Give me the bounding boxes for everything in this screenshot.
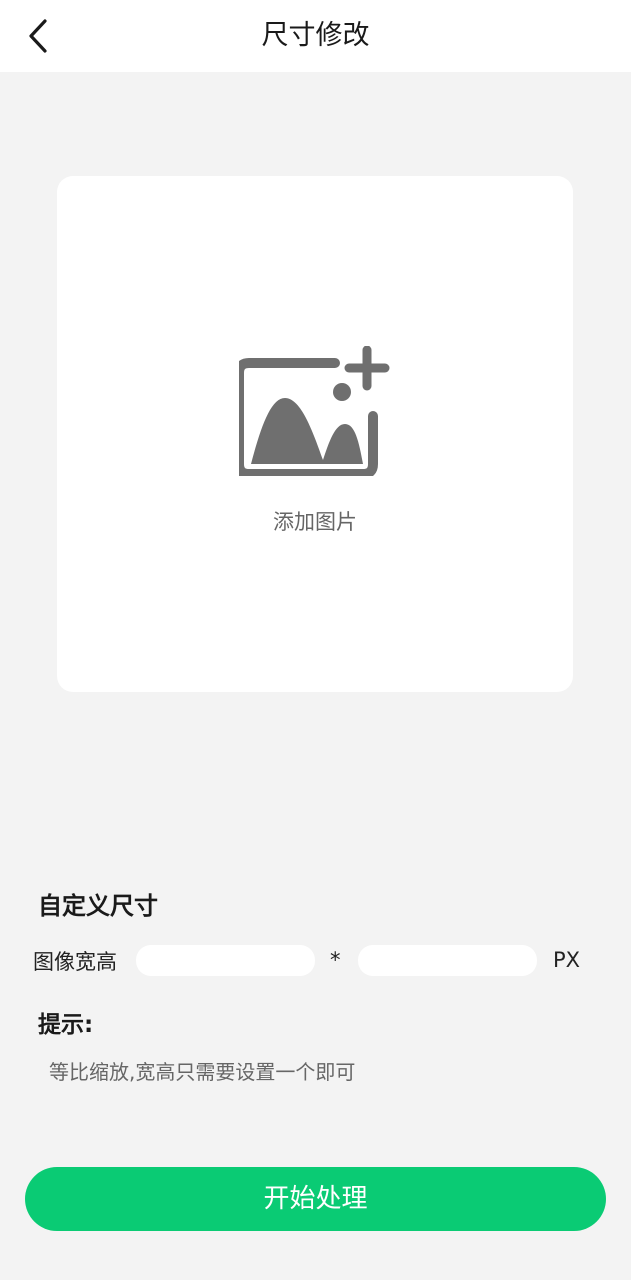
dimension-label: 图像宽高 [33,950,117,974]
start-process-button[interactable]: 开始处理 [25,1167,606,1231]
add-image-label: 添加图片 [273,510,357,534]
page-title: 尺寸修改 [261,20,370,51]
height-input[interactable] [358,945,537,976]
add-image-icon [239,346,390,476]
tip-text: 等比缩放,宽高只需要设置一个即可 [49,1060,356,1084]
dimension-separator: * [330,948,341,972]
unit-label: PX [553,948,581,972]
width-input[interactable] [136,945,315,976]
custom-size-title: 自定义尺寸 [38,892,158,920]
tip-title: 提示: [38,1012,94,1038]
app-header: 尺寸修改 [0,0,631,72]
add-image-area[interactable]: 添加图片 [57,176,573,692]
